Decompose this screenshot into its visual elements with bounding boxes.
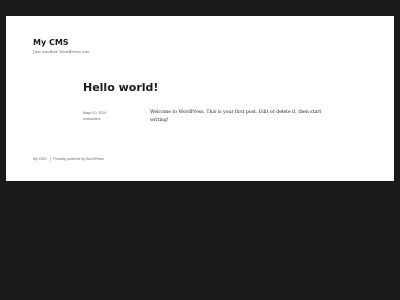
site-description: Just another WordPress site: [33, 49, 90, 54]
footer-powered-by[interactable]: Proudly powered by WordPress: [53, 157, 103, 161]
post-author[interactable]: rootsamerz: [83, 116, 133, 122]
site-title[interactable]: My CMS: [33, 38, 69, 47]
page-container: My CMS Just another WordPress site Hello…: [6, 16, 394, 181]
site-footer: My CMS Proudly powered by WordPress: [33, 157, 104, 162]
post-content: Welcome to WordPress. This is your first…: [150, 110, 322, 123]
footer-site-link[interactable]: My CMS: [33, 157, 47, 161]
footer-separator: [49, 157, 51, 162]
post-title[interactable]: Hello world!: [83, 81, 158, 94]
post-meta: Mayo 10, 2019 rootsamerz: [83, 110, 133, 122]
